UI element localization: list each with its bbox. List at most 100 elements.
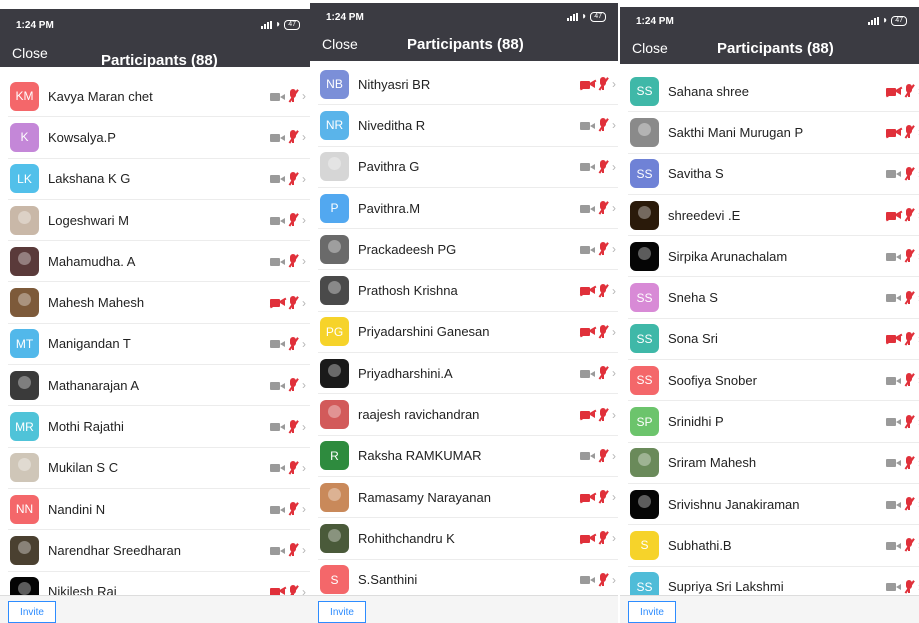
video-camera-icon[interactable] xyxy=(886,252,901,261)
muted-microphone-icon[interactable] xyxy=(903,331,915,346)
video-camera-icon[interactable] xyxy=(580,121,595,130)
participant-row[interactable]: Pavithra G › xyxy=(318,147,618,188)
muted-microphone-icon[interactable] xyxy=(903,208,915,222)
participant-row[interactable]: SS Sahana shree › xyxy=(628,71,919,113)
participant-row[interactable]: Srivishnu Janakiraman › xyxy=(628,484,919,526)
muted-microphone-icon[interactable] xyxy=(903,125,915,139)
chevron-right-icon[interactable]: › xyxy=(612,449,616,463)
video-camera-icon[interactable] xyxy=(270,381,285,390)
participant-row[interactable]: SS Sona Sri › xyxy=(628,319,919,361)
participant-row[interactable]: Mahesh Mahesh › xyxy=(8,282,312,324)
chevron-right-icon[interactable]: › xyxy=(612,284,616,298)
participant-row[interactable]: Narendhar Sreedharan › xyxy=(8,530,312,572)
video-camera-icon[interactable] xyxy=(580,204,595,213)
video-off-icon[interactable] xyxy=(580,80,595,89)
video-camera-icon[interactable] xyxy=(270,216,285,225)
muted-microphone-icon[interactable] xyxy=(903,579,915,594)
chevron-right-icon[interactable]: › xyxy=(612,77,616,91)
chevron-right-icon[interactable]: › xyxy=(302,420,306,434)
muted-microphone-icon[interactable] xyxy=(287,460,299,475)
participant-row[interactable]: Mahamudha. A › xyxy=(8,241,312,283)
video-camera-icon[interactable] xyxy=(270,546,285,555)
participant-row[interactable]: Rohithchandru K › xyxy=(318,518,618,560)
participant-row[interactable]: MT Manigandan T › xyxy=(8,324,312,366)
participant-row[interactable]: NN Nandini N › xyxy=(8,489,312,531)
muted-microphone-icon[interactable] xyxy=(903,249,915,263)
muted-microphone-icon[interactable] xyxy=(597,490,609,504)
participant-row[interactable]: Sriram Mahesh › xyxy=(628,443,919,484)
chevron-right-icon[interactable]: › xyxy=(302,89,306,103)
invite-button[interactable]: Invite xyxy=(8,601,56,623)
chevron-right-icon[interactable]: › xyxy=(612,408,616,422)
participant-row[interactable]: Mathanarajan A › xyxy=(8,365,312,407)
muted-microphone-icon[interactable] xyxy=(903,538,915,552)
video-camera-icon[interactable] xyxy=(886,293,901,303)
muted-microphone-icon[interactable] xyxy=(597,118,609,132)
participant-row[interactable]: R Raksha RAMKUMAR › xyxy=(318,436,618,477)
muted-microphone-icon[interactable] xyxy=(287,502,299,516)
video-camera-icon[interactable] xyxy=(270,174,285,184)
video-off-icon[interactable] xyxy=(886,128,901,137)
muted-microphone-icon[interactable] xyxy=(597,324,609,339)
participant-row[interactable]: Prathosh Krishna › xyxy=(318,270,618,312)
muted-microphone-icon[interactable] xyxy=(903,373,915,387)
participant-row[interactable]: NB Nithyasri BR › xyxy=(318,64,618,106)
video-camera-icon[interactable] xyxy=(886,417,901,427)
video-camera-icon[interactable] xyxy=(270,92,285,101)
muted-microphone-icon[interactable] xyxy=(287,295,299,310)
participant-row[interactable]: PG Priyadarshini Ganesan › xyxy=(318,312,618,354)
participant-list[interactable]: NB Nithyasri BR › NR Niveditha R › Pavithra G ›… xyxy=(318,64,618,601)
muted-microphone-icon[interactable] xyxy=(287,89,299,103)
chevron-right-icon[interactable]: › xyxy=(302,461,306,475)
close-button[interactable]: Close xyxy=(632,40,668,56)
participant-row[interactable]: SS Sneha S › xyxy=(628,277,919,319)
video-camera-icon[interactable] xyxy=(886,582,901,592)
muted-microphone-icon[interactable] xyxy=(903,414,915,429)
muted-microphone-icon[interactable] xyxy=(597,407,609,422)
participant-row[interactable]: Ramasamy Narayanan › xyxy=(318,477,618,519)
chevron-right-icon[interactable]: › xyxy=(302,254,306,268)
muted-microphone-icon[interactable] xyxy=(597,242,609,256)
video-camera-icon[interactable] xyxy=(270,422,285,432)
close-button[interactable]: Close xyxy=(12,45,48,61)
participant-row[interactable]: SP Srinidhi P › xyxy=(628,401,919,443)
video-off-icon[interactable] xyxy=(580,327,595,337)
video-off-icon[interactable] xyxy=(886,334,901,344)
chevron-right-icon[interactable]: › xyxy=(302,172,306,186)
muted-microphone-icon[interactable] xyxy=(903,290,915,305)
video-camera-icon[interactable] xyxy=(270,133,285,142)
muted-microphone-icon[interactable] xyxy=(287,419,299,434)
participant-row[interactable]: LK Lakshana K G › xyxy=(8,159,312,200)
participant-row[interactable]: KM Kavya Maran chet › xyxy=(8,76,312,118)
muted-microphone-icon[interactable] xyxy=(903,84,915,98)
chevron-right-icon[interactable]: › xyxy=(612,366,616,380)
participant-row[interactable]: K Kowsalya.P › xyxy=(8,117,312,159)
video-camera-icon[interactable] xyxy=(270,505,285,514)
participant-row[interactable]: Mukilan S C › xyxy=(8,448,312,489)
participant-row[interactable]: SS Savitha S › xyxy=(628,154,919,195)
chevron-right-icon[interactable]: › xyxy=(302,337,306,351)
chevron-right-icon[interactable]: › xyxy=(612,531,616,545)
chevron-right-icon[interactable]: › xyxy=(302,378,306,392)
video-camera-icon[interactable] xyxy=(580,369,595,378)
chevron-right-icon[interactable]: › xyxy=(302,502,306,516)
chevron-right-icon[interactable]: › xyxy=(302,130,306,144)
participant-row[interactable]: raajesh ravichandran › xyxy=(318,394,618,436)
muted-microphone-icon[interactable] xyxy=(287,171,299,186)
muted-microphone-icon[interactable] xyxy=(597,201,609,215)
close-button[interactable]: Close xyxy=(322,36,358,52)
chevron-right-icon[interactable]: › xyxy=(302,213,306,227)
participant-row[interactable]: Priyadharshini.A › xyxy=(318,353,618,395)
chevron-right-icon[interactable]: › xyxy=(302,296,306,310)
video-camera-icon[interactable] xyxy=(270,339,285,349)
video-off-icon[interactable] xyxy=(886,211,901,220)
chevron-right-icon[interactable]: › xyxy=(612,490,616,504)
chevron-right-icon[interactable]: › xyxy=(612,242,616,256)
video-off-icon[interactable] xyxy=(580,286,595,296)
muted-microphone-icon[interactable] xyxy=(597,366,609,380)
invite-button[interactable]: Invite xyxy=(628,601,676,623)
video-camera-icon[interactable] xyxy=(270,257,285,266)
muted-microphone-icon[interactable] xyxy=(597,283,609,298)
participant-row[interactable]: Sakthi Mani Murugan P › xyxy=(628,112,919,154)
muted-microphone-icon[interactable] xyxy=(597,448,609,463)
